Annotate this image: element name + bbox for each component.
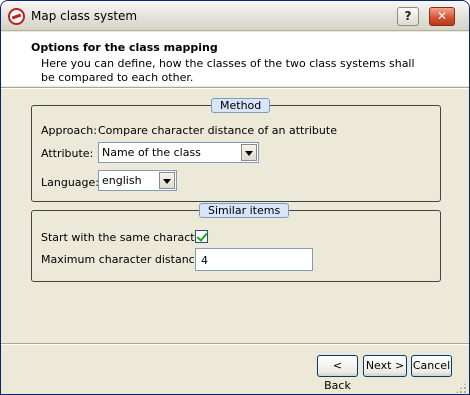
- max-distance-label: Maximum character distance:: [41, 253, 206, 266]
- approach-label: Approach:: [41, 124, 97, 137]
- resize-grip-icon[interactable]: [455, 382, 467, 394]
- title-bar[interactable]: Map class system ? ✕: [1, 1, 469, 31]
- method-legend: Method: [211, 98, 271, 113]
- attribute-select[interactable]: Name of the class: [98, 142, 259, 163]
- attribute-label: Attribute:: [41, 147, 94, 160]
- same-char-label: Start with the same character:: [41, 231, 210, 244]
- back-button[interactable]: < Back: [317, 355, 358, 392]
- footer-separator: [1, 343, 469, 345]
- chevron-down-icon[interactable]: [159, 172, 175, 189]
- window-title: Map class system: [31, 9, 138, 23]
- cancel-button[interactable]: Cancel: [411, 355, 452, 377]
- language-select-value: english: [102, 174, 142, 187]
- header-separator: [1, 87, 469, 89]
- similar-items-legend: Similar items: [199, 203, 290, 218]
- next-button[interactable]: Next >: [363, 355, 407, 377]
- language-label: Language:: [41, 176, 99, 189]
- app-icon: [8, 8, 25, 25]
- language-select[interactable]: english: [98, 170, 177, 191]
- page-description: Here you can define, how the classes of …: [41, 57, 415, 84]
- max-distance-input[interactable]: 4: [195, 248, 313, 271]
- close-button[interactable]: ✕: [429, 7, 455, 26]
- approach-value: Compare character distance of an attribu…: [98, 124, 337, 137]
- dialog-window: Map class system ? ✕ Options for the cla…: [0, 0, 470, 395]
- max-distance-value: 4: [201, 254, 208, 267]
- same-char-checkbox[interactable]: [195, 230, 208, 243]
- chevron-down-icon[interactable]: [241, 144, 257, 161]
- attribute-select-value: Name of the class: [102, 146, 201, 159]
- help-button[interactable]: ?: [397, 7, 419, 26]
- page-title: Options for the class mapping: [31, 41, 218, 54]
- similar-items-group: Similar items: [31, 203, 441, 282]
